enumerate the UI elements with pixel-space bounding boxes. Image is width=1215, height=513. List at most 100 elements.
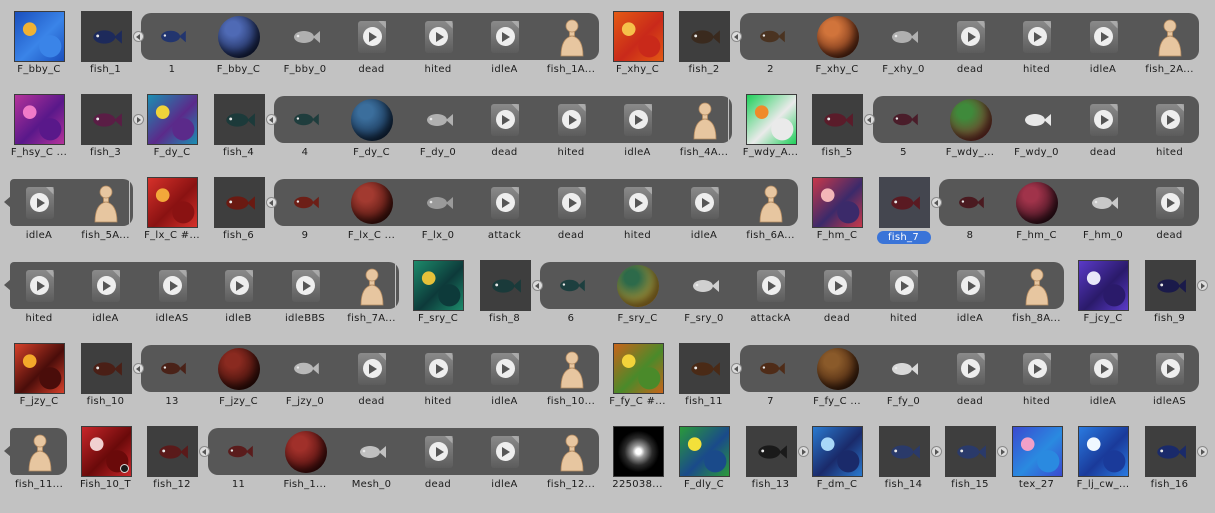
asset-item[interactable]: idleA [671, 166, 737, 249]
asset-thumbnail[interactable] [479, 260, 531, 311]
asset-thumbnail[interactable] [147, 177, 198, 228]
asset-thumbnail[interactable] [214, 11, 265, 62]
asset-item[interactable]: F_dy_C [139, 83, 205, 166]
asset-item[interactable]: fish_12 [139, 415, 210, 498]
asset-thumbnail[interactable] [1078, 260, 1129, 311]
asset-thumbnail[interactable] [1078, 343, 1129, 394]
asset-thumbnail[interactable] [413, 426, 464, 477]
asset-thumbnail[interactable] [945, 426, 996, 477]
asset-item[interactable]: fish_7 [871, 166, 942, 249]
asset-item[interactable]: fish_1 [73, 0, 144, 83]
asset-thumbnail[interactable] [879, 260, 930, 311]
asset-item[interactable]: Fish_10_T [73, 415, 139, 498]
asset-thumbnail[interactable] [81, 260, 132, 311]
asset-thumbnail[interactable] [812, 94, 863, 145]
asset-item[interactable]: fish_12... [538, 415, 604, 498]
asset-thumbnail[interactable] [613, 94, 664, 145]
asset-thumbnail[interactable] [812, 426, 863, 477]
asset-item[interactable]: F_jzy_C [6, 332, 72, 415]
asset-thumbnail[interactable] [80, 11, 132, 62]
asset-item[interactable]: dead [1070, 83, 1136, 166]
asset-item[interactable]: idleA [472, 415, 538, 498]
asset-item[interactable]: fish_8 [472, 249, 543, 332]
asset-thumbnail[interactable] [14, 343, 65, 394]
asset-thumbnail[interactable] [147, 343, 198, 394]
asset-item[interactable]: hited [871, 249, 937, 332]
asset-item[interactable]: fish_16 [1137, 415, 1208, 498]
asset-item[interactable]: hited [405, 0, 471, 83]
asset-thumbnail[interactable] [280, 426, 331, 477]
asset-thumbnail[interactable] [413, 343, 464, 394]
asset-thumbnail[interactable] [214, 426, 265, 477]
asset-item[interactable]: F_sry_C [605, 249, 671, 332]
asset-thumbnail[interactable] [879, 94, 930, 145]
asset-thumbnail[interactable] [1078, 94, 1129, 145]
asset-thumbnail[interactable] [812, 11, 863, 62]
asset-thumbnail[interactable] [812, 343, 863, 394]
asset-item[interactable]: 6 [538, 249, 604, 332]
asset-thumbnail[interactable] [679, 426, 730, 477]
asset-item[interactable]: idleA [472, 332, 538, 415]
asset-item[interactable]: fish_1A... [538, 0, 604, 83]
asset-thumbnail[interactable] [1078, 426, 1129, 477]
asset-thumbnail[interactable] [1012, 11, 1063, 62]
asset-item[interactable]: idleAS [139, 249, 205, 332]
asset-item[interactable]: F_bby_C [206, 0, 272, 83]
asset-thumbnail[interactable] [1145, 177, 1196, 228]
asset-item[interactable]: fish_3 [73, 83, 144, 166]
asset-item[interactable]: fish_2A... [1137, 0, 1203, 83]
asset-thumbnail[interactable] [80, 343, 132, 394]
asset-thumbnail[interactable] [612, 426, 664, 477]
asset-item[interactable]: F_jcy_C [1070, 249, 1136, 332]
asset-item[interactable]: 225038... [605, 415, 671, 498]
asset-thumbnail[interactable] [347, 11, 398, 62]
asset-item[interactable]: idleA [73, 249, 139, 332]
asset-thumbnail[interactable] [879, 343, 930, 394]
asset-thumbnail[interactable] [746, 260, 797, 311]
asset-item[interactable]: fish_10 [73, 332, 144, 415]
asset-thumbnail[interactable] [14, 426, 65, 477]
asset-thumbnail[interactable] [679, 260, 730, 311]
asset-thumbnail[interactable] [746, 11, 797, 62]
asset-item[interactable]: attack [472, 166, 538, 249]
asset-item[interactable]: F_dm_C [804, 415, 870, 498]
asset-item[interactable]: tex_27 [1004, 415, 1070, 498]
asset-item[interactable]: F_dy_0 [405, 83, 471, 166]
asset-item[interactable]: idleBBS [272, 249, 338, 332]
asset-item[interactable]: idleA [1070, 0, 1136, 83]
asset-thumbnail[interactable] [878, 177, 930, 228]
asset-thumbnail[interactable] [945, 11, 996, 62]
asset-item[interactable]: idleA [6, 166, 72, 249]
asset-thumbnail[interactable] [80, 426, 132, 477]
expand-arrow-icon[interactable] [1196, 280, 1208, 291]
asset-thumbnail[interactable] [280, 94, 331, 145]
asset-item[interactable]: 1 [139, 0, 205, 83]
asset-thumbnail[interactable] [480, 426, 531, 477]
asset-item[interactable]: dead [405, 415, 471, 498]
asset-item[interactable]: fish_8A... [1004, 249, 1070, 332]
asset-thumbnail[interactable] [280, 343, 331, 394]
asset-item[interactable]: F_lx_C #... [139, 166, 205, 249]
asset-thumbnail[interactable] [546, 11, 597, 62]
asset-item[interactable]: idleB [206, 249, 272, 332]
asset-thumbnail[interactable] [413, 177, 464, 228]
asset-thumbnail[interactable] [147, 426, 198, 477]
asset-item[interactable]: fish_2 [671, 0, 742, 83]
asset-item[interactable]: F_lx_C ... [339, 166, 405, 249]
asset-thumbnail[interactable] [214, 343, 265, 394]
asset-thumbnail[interactable] [14, 260, 65, 311]
asset-item[interactable]: hited [1004, 0, 1070, 83]
asset-item[interactable]: dead [804, 249, 870, 332]
asset-item[interactable]: fish_11... [6, 415, 72, 498]
asset-thumbnail[interactable] [147, 94, 198, 145]
asset-thumbnail[interactable] [746, 177, 797, 228]
asset-thumbnail[interactable] [280, 11, 331, 62]
asset-thumbnail[interactable] [546, 177, 597, 228]
asset-thumbnail[interactable] [945, 260, 996, 311]
asset-item[interactable]: Mesh_0 [339, 415, 405, 498]
asset-thumbnail[interactable] [879, 11, 930, 62]
asset-thumbnail[interactable] [213, 94, 265, 145]
asset-item[interactable]: hited [405, 332, 471, 415]
asset-thumbnail[interactable] [613, 260, 664, 311]
asset-item[interactable]: fish_13 [738, 415, 809, 498]
